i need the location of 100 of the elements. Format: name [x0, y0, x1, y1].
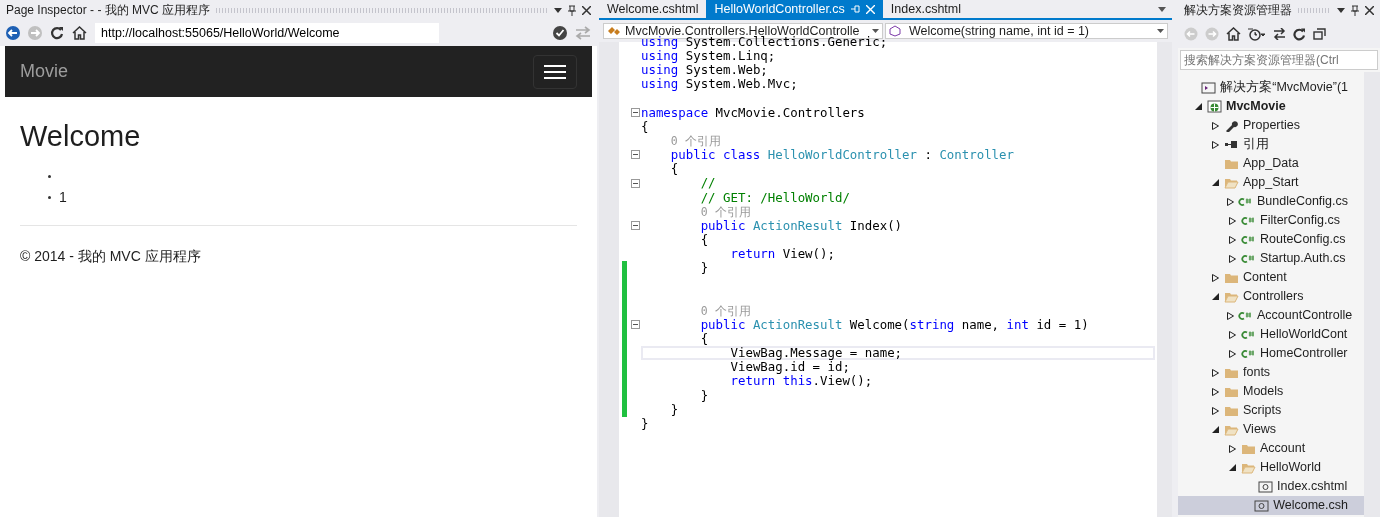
collapsed-arrow-icon[interactable] [1227, 197, 1234, 206]
navbar-brand[interactable]: Movie [20, 58, 68, 85]
file-tab[interactable]: Index.cshtml [882, 0, 969, 18]
tree-item[interactable]: BundleConfig.cs [1178, 192, 1364, 211]
collapsed-arrow-icon[interactable] [1211, 368, 1219, 377]
collapse-icon[interactable] [631, 320, 640, 329]
code-line: } [641, 416, 649, 431]
code-line: using System.Linq; [641, 49, 776, 64]
tree-item[interactable]: fonts [1178, 363, 1364, 382]
collapse-all-icon[interactable] [1313, 28, 1326, 40]
code-line: { [641, 119, 649, 134]
pin-icon[interactable] [1351, 4, 1359, 16]
collapsed-arrow-icon[interactable] [1228, 216, 1236, 225]
tree-item[interactable]: App_Start [1178, 173, 1364, 192]
home-icon[interactable] [72, 26, 87, 40]
folder-icon [1224, 404, 1239, 417]
member-dropdown[interactable]: Welcome(string name, int id = 1) [885, 23, 1168, 39]
tree-item[interactable]: Views [1178, 420, 1364, 439]
bullet-icon [48, 174, 51, 178]
collapse-icon[interactable] [631, 178, 640, 188]
globe-icon [1207, 100, 1222, 113]
expanded-arrow-icon[interactable] [1228, 463, 1236, 472]
tree-item[interactable]: Account [1178, 439, 1364, 458]
code-line: } [700, 261, 709, 276]
code-line: // [700, 176, 716, 191]
tree-item[interactable]: HomeController [1178, 344, 1364, 363]
file-tab[interactable]: Welcome.cshtml [599, 0, 707, 18]
collapsed-arrow-icon[interactable] [1228, 349, 1236, 358]
collapsed-arrow-icon[interactable] [1211, 273, 1219, 282]
csharp-file-icon [1238, 195, 1253, 208]
url-field[interactable]: http://localhost:55065/HelloWorld/Welcome [95, 23, 439, 43]
tree-item[interactable]: Properties [1178, 116, 1364, 135]
code-line: namespace MvcMovie.Controllers [641, 105, 865, 120]
tree-item[interactable]: Models [1178, 382, 1364, 401]
tree-item[interactable]: HelloWorld [1178, 458, 1364, 477]
sync-arrows-icon[interactable] [1273, 28, 1286, 40]
tree-item[interactable]: Index.cshtml [1178, 477, 1364, 496]
method-icon [889, 25, 901, 37]
tab-list-icon[interactable] [1158, 6, 1166, 12]
list-item-text: 1 [59, 187, 67, 207]
code-line: public ActionResult Index() [700, 218, 903, 233]
collapsed-arrow-icon[interactable] [1228, 254, 1236, 263]
tree-item[interactable]: Controllers [1178, 287, 1364, 306]
code-line: public class HelloWorldController : Controller [670, 148, 1014, 163]
code-line: } [670, 402, 679, 417]
expanded-arrow-icon[interactable] [1211, 425, 1219, 434]
dropdown-icon[interactable] [1337, 7, 1345, 13]
caret-icon [872, 29, 879, 33]
tree-item[interactable]: RouteConfig.cs [1178, 230, 1364, 249]
tree-item[interactable]: HelloWorldCont [1178, 325, 1364, 344]
expanded-arrow-icon[interactable] [1211, 292, 1219, 301]
wrench-icon [1224, 119, 1239, 132]
tree-item[interactable]: App_Data [1178, 154, 1364, 173]
csharp-file-icon [1241, 252, 1256, 265]
folder-icon [1241, 442, 1256, 455]
collapse-icon[interactable] [631, 150, 640, 160]
pane-title: Page Inspector - - 我的 MVC 应用程序 [6, 2, 211, 19]
caret-icon [1157, 29, 1164, 33]
tree-item[interactable]: 解决方案“MvcMovie”(1 [1178, 78, 1364, 97]
tree-item[interactable]: AccountControlle [1178, 306, 1364, 325]
close-icon[interactable] [1365, 5, 1374, 15]
refresh-icon[interactable] [1293, 27, 1306, 41]
expanded-arrow-icon[interactable] [1211, 178, 1219, 187]
collapsed-arrow-icon[interactable] [1227, 311, 1234, 320]
menu-toggle-button[interactable] [533, 54, 577, 89]
collapsed-arrow-icon[interactable] [1228, 330, 1236, 339]
open-folder-icon [1224, 176, 1239, 189]
check-icon[interactable] [553, 26, 567, 40]
pin-icon[interactable] [568, 4, 576, 16]
tree-item[interactable]: Welcome.csh [1178, 496, 1364, 515]
tree-item[interactable]: Content [1178, 268, 1364, 287]
close-icon[interactable] [582, 5, 591, 15]
collapse-icon[interactable] [631, 220, 640, 230]
code-line: { [670, 162, 679, 177]
dropdown-icon[interactable] [554, 7, 562, 13]
tree-item[interactable]: 引用 [1178, 135, 1364, 154]
folder-icon [1224, 366, 1239, 379]
collapsed-arrow-icon[interactable] [1211, 387, 1219, 396]
tree-item[interactable]: Startup.Auth.cs [1178, 249, 1364, 268]
code-line: return this.View(); [730, 374, 873, 389]
pane-title: 解决方案资源管理器 [1184, 2, 1292, 19]
collapsed-arrow-icon[interactable] [1211, 406, 1219, 415]
home-icon[interactable] [1226, 27, 1241, 41]
folder-icon [1224, 271, 1239, 284]
clock-icon[interactable] [1248, 27, 1266, 41]
collapsed-arrow-icon[interactable] [1211, 140, 1219, 149]
tree-item[interactable]: FilterConfig.cs [1178, 211, 1364, 230]
collapse-icon[interactable] [631, 107, 640, 117]
refresh-icon[interactable] [50, 26, 64, 40]
back-icon[interactable] [6, 26, 20, 40]
collapsed-arrow-icon[interactable] [1228, 235, 1236, 244]
tree-item[interactable]: Scripts [1178, 401, 1364, 420]
code-line: using System.Web.Mvc; [641, 77, 798, 92]
search-field[interactable]: 搜索解决方案资源管理器(Ctrl [1180, 50, 1378, 70]
expanded-arrow-icon[interactable] [1194, 102, 1202, 111]
collapsed-arrow-icon[interactable] [1228, 444, 1236, 453]
collapsed-arrow-icon[interactable] [1211, 121, 1219, 130]
csharp-file-icon [1241, 328, 1256, 341]
tree-item[interactable]: MvcMovie [1178, 97, 1364, 116]
open-folder-icon [1241, 461, 1256, 474]
